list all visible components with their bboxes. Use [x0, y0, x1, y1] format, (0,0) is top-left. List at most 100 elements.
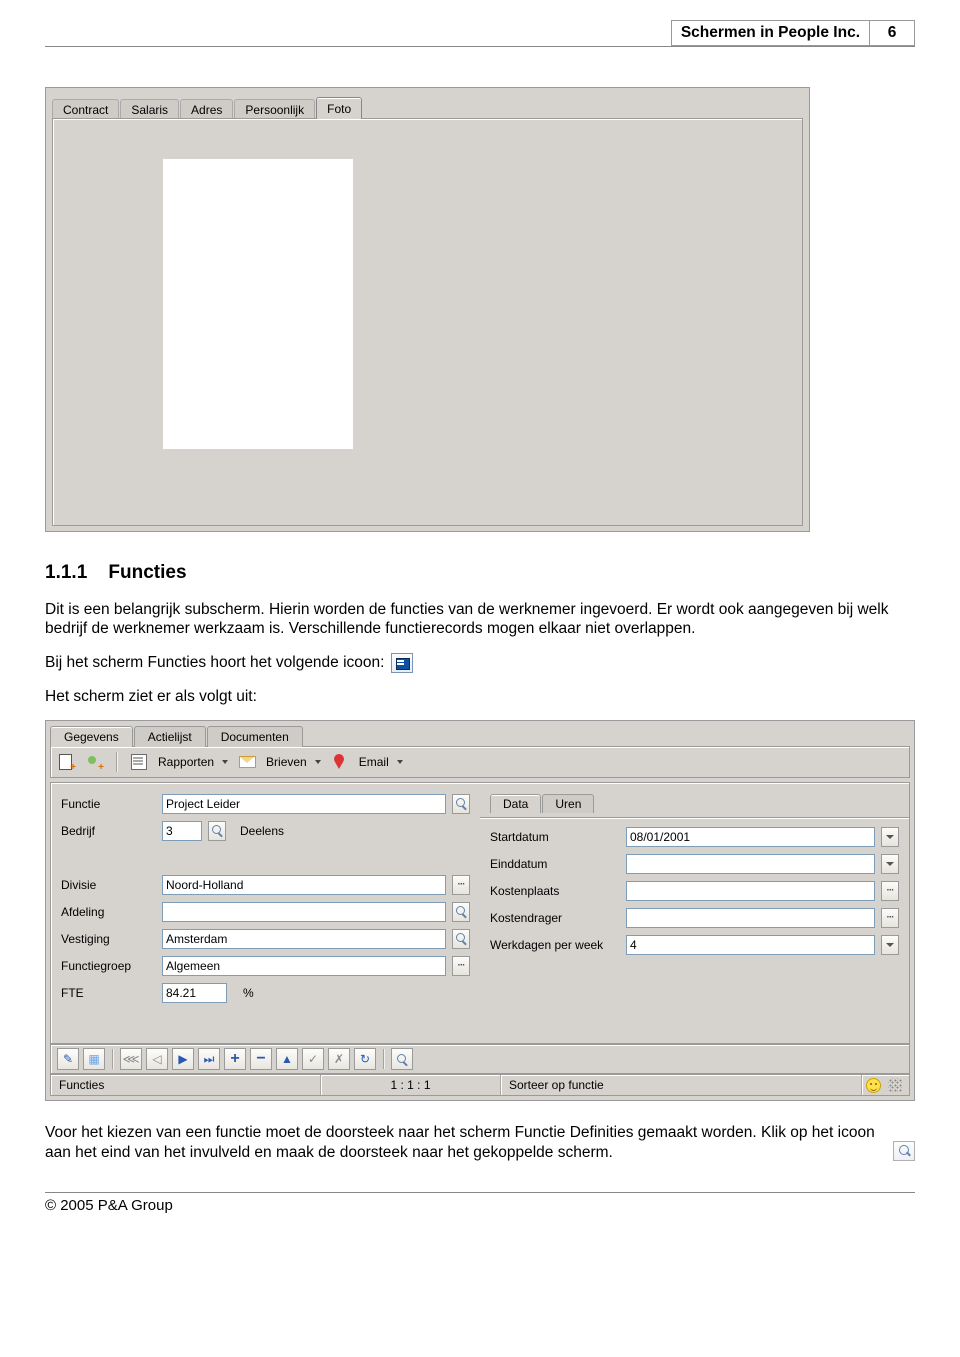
nav-zoom-icon[interactable] — [391, 1048, 413, 1070]
lookup-bedrijf-icon[interactable] — [208, 821, 226, 841]
section-heading: 1.1.1 Functies — [45, 562, 915, 584]
tab-foto[interactable]: Foto — [316, 97, 362, 119]
input-kostenplaats[interactable] — [626, 881, 875, 901]
bedrijf-name: Deelens — [240, 824, 284, 838]
inner-tab-data[interactable]: Data — [490, 794, 541, 813]
input-startdatum[interactable] — [626, 827, 875, 847]
label-bedrijf: Bedrijf — [61, 824, 156, 838]
body-paragraph-2: Bij het scherm Functies hoort het volgen… — [45, 653, 915, 673]
label-fte: FTE — [61, 986, 156, 1000]
input-einddatum[interactable] — [626, 854, 875, 874]
lookup-afdeling-icon[interactable] — [452, 902, 470, 922]
page-footer: © 2005 P&A Group — [45, 1192, 915, 1214]
smiley-icon — [866, 1078, 881, 1093]
nav-separator-2 — [383, 1049, 384, 1069]
fte-unit: % — [243, 986, 254, 1000]
tab-adres[interactable]: Adres — [180, 99, 233, 120]
nav-last-icon[interactable]: ⏭ — [198, 1048, 220, 1070]
nav-next-icon[interactable]: ▶ — [172, 1048, 194, 1070]
status-bar: Functies 1 : 1 : 1 Sorteer op functie — [50, 1074, 910, 1096]
rapporten-label: Rapporten — [158, 755, 214, 769]
record-nav-bar: ✎ ▦ ⋘ ◁ ▶ ⏭ + − ▲ ✓ ✗ ↻ — [50, 1044, 910, 1074]
input-werkdagen[interactable] — [626, 935, 875, 955]
new-doc-icon[interactable] — [57, 753, 75, 771]
label-functie: Functie — [61, 797, 156, 811]
body-paragraph-1: Dit is een belangrijk subscherm. Hierin … — [45, 600, 915, 639]
input-kostendrager[interactable] — [626, 908, 875, 928]
status-record-counter: 1 : 1 : 1 — [321, 1075, 501, 1095]
para2-text: Bij het scherm Functies hoort het volgen… — [45, 654, 384, 671]
nav-up-icon[interactable]: ▲ — [276, 1048, 298, 1070]
nav-grid-icon[interactable]: ▦ — [83, 1048, 105, 1070]
input-fte[interactable] — [162, 983, 227, 1003]
brieven-menu[interactable]: Brieven — [266, 755, 321, 769]
nav-remove-icon[interactable]: − — [250, 1048, 272, 1070]
more-kostendrager-icon[interactable] — [881, 908, 899, 928]
label-einddatum: Einddatum — [490, 857, 620, 871]
report-icon[interactable] — [130, 753, 148, 771]
toolbar-separator — [116, 752, 117, 772]
ribbon-icon[interactable] — [331, 753, 349, 771]
new-user-icon[interactable] — [85, 753, 103, 771]
dropdown-werkdagen-icon[interactable] — [881, 935, 899, 955]
nav-prev-icon[interactable]: ◁ — [146, 1048, 168, 1070]
label-werkdagen: Werkdagen per week — [490, 938, 620, 952]
label-afdeling: Afdeling — [61, 905, 156, 919]
screenshot-foto-tabs: ContractSalarisAdresPersoonlijkFoto — [45, 87, 810, 532]
more-kostenplaats-icon[interactable] — [881, 881, 899, 901]
nav-add-icon[interactable]: + — [224, 1048, 246, 1070]
lookup-icon-inline — [893, 1141, 915, 1161]
nav-refresh-icon[interactable]: ↻ — [354, 1048, 376, 1070]
brieven-label: Brieven — [266, 755, 307, 769]
resize-grip-icon[interactable] — [888, 1078, 902, 1092]
input-vestiging[interactable] — [162, 929, 446, 949]
input-functiegroep[interactable] — [162, 956, 446, 976]
nav-first-icon[interactable]: ⋘ — [120, 1048, 142, 1070]
lookup-functie-icon[interactable] — [452, 794, 470, 814]
input-divisie[interactable] — [162, 875, 446, 895]
input-functie[interactable] — [162, 794, 446, 814]
header-page-number: 6 — [870, 20, 915, 46]
mail-icon[interactable] — [238, 753, 256, 771]
inner-tab-uren[interactable]: Uren — [542, 794, 594, 813]
tab-persoonlijk[interactable]: Persoonlijk — [234, 99, 315, 120]
screenshot-functies-form: GegevensActielijstDocumenten Rapporten B… — [45, 720, 915, 1101]
nav-separator — [112, 1049, 113, 1069]
body-paragraph-4: Voor het kiezen van een functie moet de … — [45, 1123, 915, 1162]
section-number: 1.1.1 — [45, 562, 87, 583]
tab-actielijst[interactable]: Actielijst — [134, 726, 206, 747]
para4-text: Voor het kiezen van een functie moet de … — [45, 1124, 875, 1160]
tab-gegevens[interactable]: Gegevens — [50, 726, 133, 747]
input-afdeling[interactable] — [162, 902, 446, 922]
input-bedrijf-code[interactable] — [162, 821, 202, 841]
status-screen-name: Functies — [51, 1075, 321, 1095]
form-right-column: DataUren Startdatum Einddatum Kostenplaa… — [490, 793, 899, 1009]
functies-icon — [391, 653, 413, 673]
nav-edit-icon[interactable]: ✎ — [57, 1048, 79, 1070]
body-paragraph-3: Het scherm ziet er als volgt uit: — [45, 687, 915, 706]
section-title: Functies — [108, 562, 186, 583]
more-functiegroep-icon[interactable] — [452, 956, 470, 976]
label-divisie: Divisie — [61, 878, 156, 892]
tab-contract[interactable]: Contract — [52, 99, 119, 120]
nav-cancel-icon[interactable]: ✗ — [328, 1048, 350, 1070]
tab-salaris[interactable]: Salaris — [120, 99, 179, 120]
form-left-column: Functie Bedrijf Deelens Divisie — [61, 793, 470, 1009]
rapporten-menu[interactable]: Rapporten — [158, 755, 228, 769]
nav-confirm-icon[interactable]: ✓ — [302, 1048, 324, 1070]
label-vestiging: Vestiging — [61, 932, 156, 946]
label-functiegroep: Functiegroep — [61, 959, 156, 973]
more-divisie-icon[interactable] — [452, 875, 470, 895]
tab-documenten[interactable]: Documenten — [207, 726, 303, 747]
toolbar: Rapporten Brieven Email — [50, 746, 910, 778]
status-right-box — [862, 1075, 909, 1095]
dropdown-startdatum-icon[interactable] — [881, 827, 899, 847]
header-title: Schermen in People Inc. — [671, 20, 870, 46]
email-menu[interactable]: Email — [359, 755, 403, 769]
label-startdatum: Startdatum — [490, 830, 620, 844]
label-kostenplaats: Kostenplaats — [490, 884, 620, 898]
dropdown-einddatum-icon[interactable] — [881, 854, 899, 874]
photo-placeholder — [163, 159, 353, 449]
lookup-vestiging-icon[interactable] — [452, 929, 470, 949]
status-sort-label: Sorteer op functie — [501, 1075, 862, 1095]
